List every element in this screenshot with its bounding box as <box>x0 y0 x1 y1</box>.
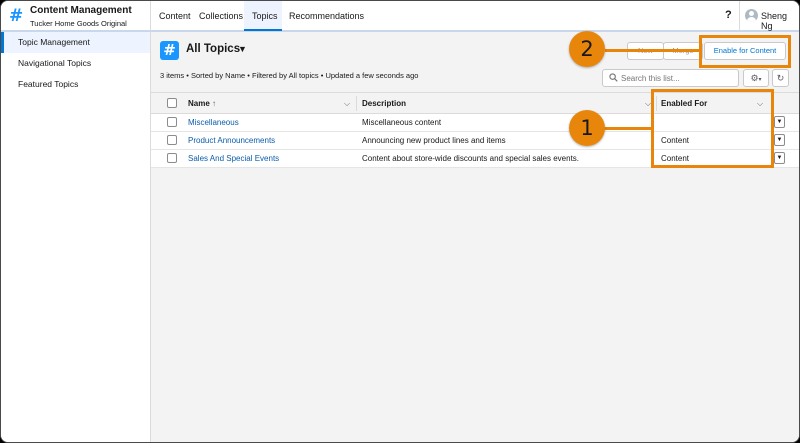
search-icon <box>609 73 618 82</box>
column-label: Name <box>188 99 210 108</box>
tab-collections[interactable]: Collections <box>193 1 244 31</box>
row-actions-dropdown-icon[interactable]: ▼ <box>774 134 785 146</box>
topic-description: Miscellaneous content <box>362 118 442 127</box>
app-title: Content Management <box>30 5 132 16</box>
topic-name-link[interactable]: Miscellaneous <box>188 114 239 131</box>
user-name[interactable]: Sheng Ng <box>761 11 799 31</box>
refresh-button[interactable]: ↻ <box>772 69 789 87</box>
row-checkbox[interactable] <box>167 117 177 127</box>
search-field[interactable] <box>602 69 739 87</box>
list-view-title[interactable]: All Topics <box>186 43 240 55</box>
hash-icon: # <box>160 41 179 60</box>
column-header-description[interactable]: Description <box>362 93 406 114</box>
chevron-down-icon: ▾ <box>758 77 762 83</box>
search-input[interactable] <box>621 71 733 85</box>
column-divider <box>356 96 357 111</box>
topic-description: Content about store-wide discounts and s… <box>362 154 580 163</box>
list-meta: 3 items • Sorted by Name • Filtered by A… <box>160 71 419 80</box>
row-actions-dropdown-icon[interactable]: ▼ <box>774 152 785 164</box>
select-all-checkbox[interactable] <box>167 98 177 108</box>
gear-icon: ⚙ <box>750 73 759 83</box>
hash-icon: # <box>9 6 24 26</box>
app-subtitle: Tucker Home Goods Original <box>30 19 127 28</box>
callout-connector <box>605 49 700 52</box>
callout-badge-1: 1 <box>569 110 605 146</box>
sidebar-item-topic-management[interactable]: Topic Management <box>1 32 150 53</box>
column-header-name[interactable]: Name ↑ <box>188 93 216 114</box>
avatar[interactable] <box>745 9 758 22</box>
topic-name-link[interactable]: Sales And Special Events <box>188 150 279 167</box>
chevron-down-icon[interactable]: ⌵ <box>344 93 350 114</box>
tab-recommendations[interactable]: Recommendations <box>282 1 364 31</box>
sidebar: Topic Management Navigational Topics Fea… <box>1 32 151 442</box>
top-bar: # Content Management Tucker Home Goods O… <box>1 1 799 32</box>
refresh-icon: ↻ <box>776 73 785 83</box>
sort-arrow-icon: ↑ <box>212 99 217 108</box>
highlight-enabled-for-column <box>651 89 774 168</box>
sidebar-item-featured-topics[interactable]: Featured Topics <box>1 74 150 95</box>
tab-topics[interactable]: Topics <box>244 1 282 31</box>
sidebar-item-navigational-topics[interactable]: Navigational Topics <box>1 53 150 74</box>
callout-connector <box>604 127 652 130</box>
help-icon[interactable]: ? <box>725 9 732 21</box>
topic-name-link[interactable]: Product Announcements <box>188 132 275 149</box>
caret-down-icon[interactable]: ▼ <box>238 44 247 54</box>
list-settings-button[interactable]: ⚙▾ <box>743 69 769 87</box>
row-checkbox[interactable] <box>167 153 177 163</box>
divider <box>739 1 740 31</box>
highlight-enable-for-content <box>699 35 791 68</box>
callout-badge-2: 2 <box>569 31 605 67</box>
tab-content[interactable]: Content <box>151 1 193 31</box>
row-checkbox[interactable] <box>167 135 177 145</box>
row-actions-dropdown-icon[interactable]: ▼ <box>774 116 785 128</box>
topic-description: Announcing new product lines and items <box>362 136 506 145</box>
app-window: # Content Management Tucker Home Goods O… <box>0 0 800 443</box>
